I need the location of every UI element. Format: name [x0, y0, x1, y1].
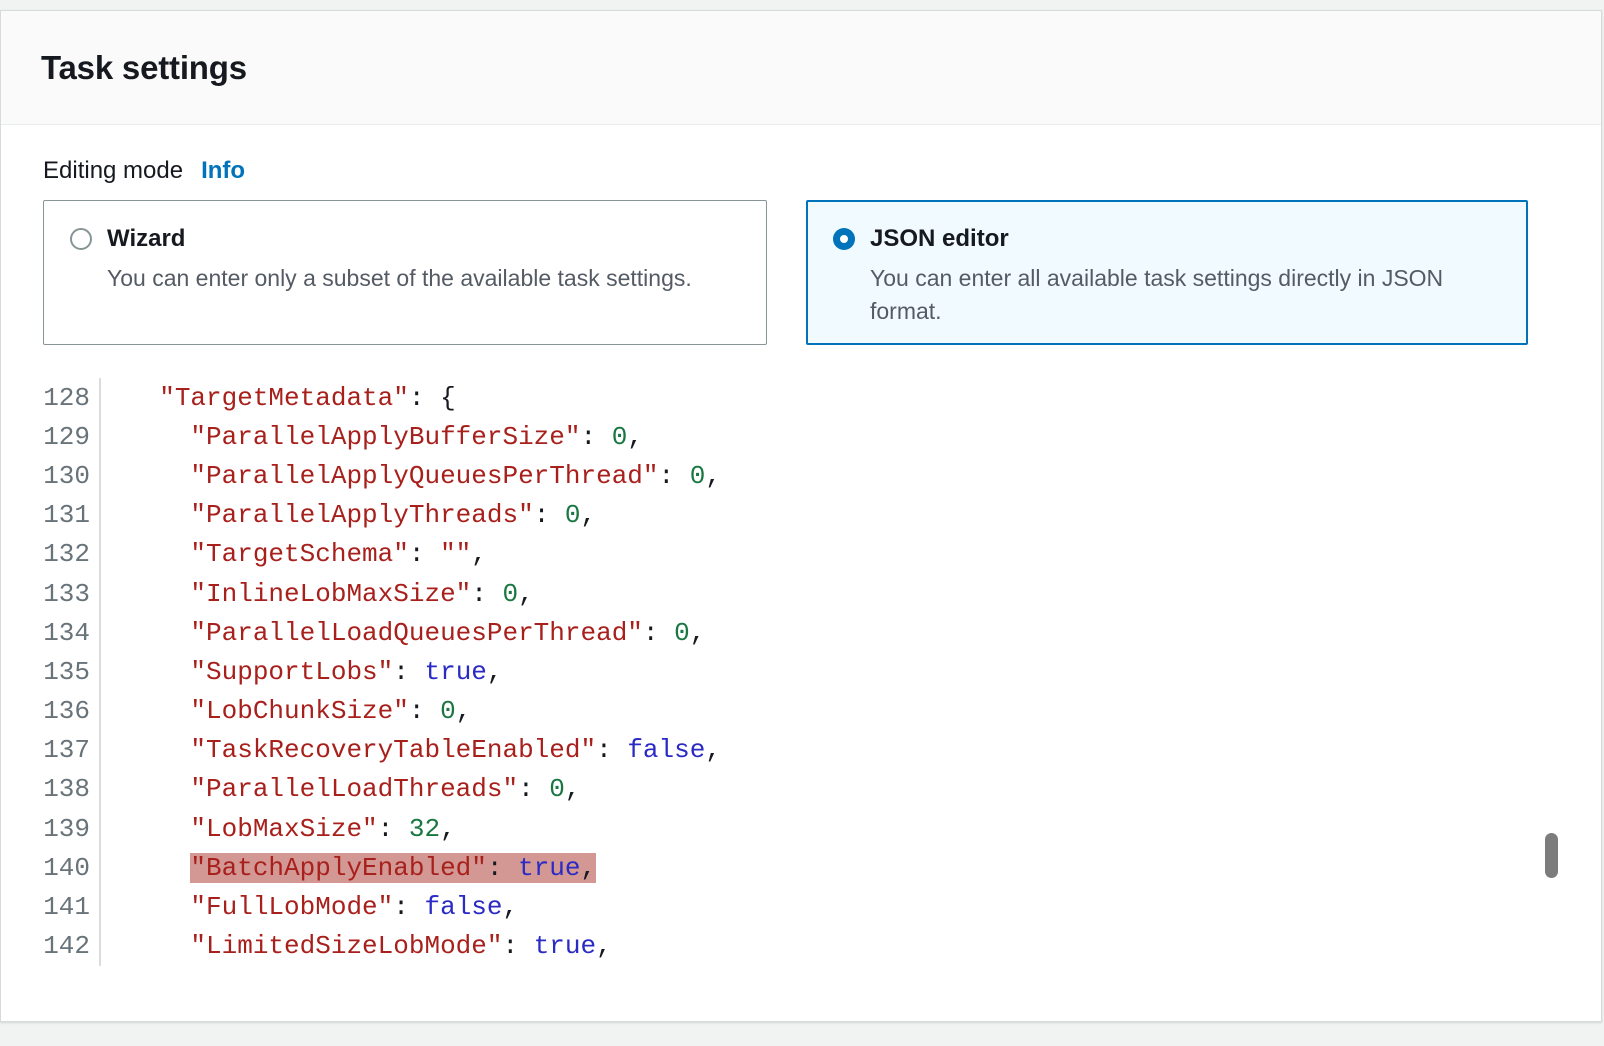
- line-number: 135: [43, 652, 101, 691]
- info-link[interactable]: Info: [201, 157, 245, 185]
- line-number: 140: [43, 848, 101, 887]
- scrollbar-thumb[interactable]: [1545, 833, 1558, 878]
- panel-header: Task settings: [1, 11, 1601, 125]
- code-text: "LobMaxSize": 32,: [101, 814, 456, 844]
- line-number: 138: [43, 770, 101, 809]
- line-number: 128: [43, 378, 101, 417]
- code-line[interactable]: 137 "TaskRecoveryTableEnabled": false,: [43, 731, 1561, 770]
- line-number: 139: [43, 809, 101, 848]
- wizard-option-title: Wizard: [107, 225, 185, 253]
- panel-body: Editing mode Info Wizard You can enter o…: [1, 125, 1601, 966]
- line-number: 134: [43, 613, 101, 652]
- line-number: 141: [43, 887, 101, 926]
- code-line[interactable]: 138 "ParallelLoadThreads": 0,: [43, 770, 1561, 809]
- code-line[interactable]: 142 "LimitedSizeLobMode": true,: [43, 927, 1561, 966]
- task-settings-panel: Task settings Editing mode Info Wizard Y…: [0, 10, 1602, 1022]
- code-text: "TaskRecoveryTableEnabled": false,: [101, 735, 721, 765]
- editing-mode-tiles: Wizard You can enter only a subset of th…: [43, 200, 1561, 345]
- json-editor-option-description: You can enter all available task setting…: [870, 262, 1501, 327]
- code-line[interactable]: 131 "ParallelApplyThreads": 0,: [43, 496, 1561, 535]
- code-text: "TargetSchema": "",: [101, 539, 487, 569]
- code-line[interactable]: 133 "InlineLobMaxSize": 0,: [43, 574, 1561, 613]
- editing-mode-label: Editing mode: [43, 157, 183, 185]
- line-number: 142: [43, 927, 101, 966]
- code-line[interactable]: 128 "TargetMetadata": {: [43, 378, 1561, 417]
- code-line[interactable]: 134 "ParallelLoadQueuesPerThread": 0,: [43, 613, 1561, 652]
- code-text: "ParallelApplyQueuesPerThread": 0,: [101, 461, 721, 491]
- code-line[interactable]: 141 "FullLobMode": false,: [43, 887, 1561, 926]
- code-text: "BatchApplyEnabled": true,: [101, 853, 596, 883]
- code-text: "InlineLobMaxSize": 0,: [101, 579, 534, 609]
- code-text: "ParallelApplyThreads": 0,: [101, 500, 596, 530]
- panel-title: Task settings: [41, 49, 247, 87]
- line-number: 132: [43, 535, 101, 574]
- editing-mode-row: Editing mode Info: [43, 157, 1561, 185]
- code-text: "ParallelLoadThreads": 0,: [101, 774, 581, 804]
- code-line[interactable]: 132 "TargetSchema": "",: [43, 535, 1561, 574]
- code-text: "SupportLobs": true,: [101, 657, 503, 687]
- tile-head: Wizard: [70, 225, 740, 253]
- code-text: "TargetMetadata": {: [101, 383, 456, 413]
- search-highlight: "BatchApplyEnabled": true,: [190, 853, 596, 883]
- editing-mode-option-wizard[interactable]: Wizard You can enter only a subset of th…: [43, 200, 767, 345]
- code-text: "FullLobMode": false,: [101, 892, 518, 922]
- line-number: 137: [43, 731, 101, 770]
- wizard-radio-icon[interactable]: [70, 228, 92, 250]
- code-line[interactable]: 129 "ParallelApplyBufferSize": 0,: [43, 417, 1561, 456]
- code-text: "ParallelApplyBufferSize": 0,: [101, 422, 643, 452]
- code-line[interactable]: 135 "SupportLobs": true,: [43, 652, 1561, 691]
- code-line[interactable]: 139 "LobMaxSize": 32,: [43, 809, 1561, 848]
- line-number: 133: [43, 574, 101, 613]
- code-text: "LobChunkSize": 0,: [101, 696, 471, 726]
- code-text: "ParallelLoadQueuesPerThread": 0,: [101, 618, 705, 648]
- line-number: 136: [43, 692, 101, 731]
- line-number: 129: [43, 417, 101, 456]
- code-line[interactable]: 140 "BatchApplyEnabled": true,: [43, 848, 1561, 887]
- wizard-option-description: You can enter only a subset of the avail…: [107, 262, 740, 295]
- line-number: 131: [43, 496, 101, 535]
- editing-mode-option-json-editor[interactable]: JSON editor You can enter all available …: [806, 200, 1528, 345]
- json-code-editor[interactable]: 128 "TargetMetadata": {129 "ParallelAppl…: [43, 378, 1561, 966]
- code-line[interactable]: 130 "ParallelApplyQueuesPerThread": 0,: [43, 456, 1561, 495]
- code-text: "LimitedSizeLobMode": true,: [101, 931, 612, 961]
- tile-head: JSON editor: [833, 225, 1501, 253]
- json-editor-radio-icon[interactable]: [833, 228, 855, 250]
- json-editor-option-title: JSON editor: [870, 225, 1009, 253]
- line-number: 130: [43, 456, 101, 495]
- code-line[interactable]: 136 "LobChunkSize": 0,: [43, 692, 1561, 731]
